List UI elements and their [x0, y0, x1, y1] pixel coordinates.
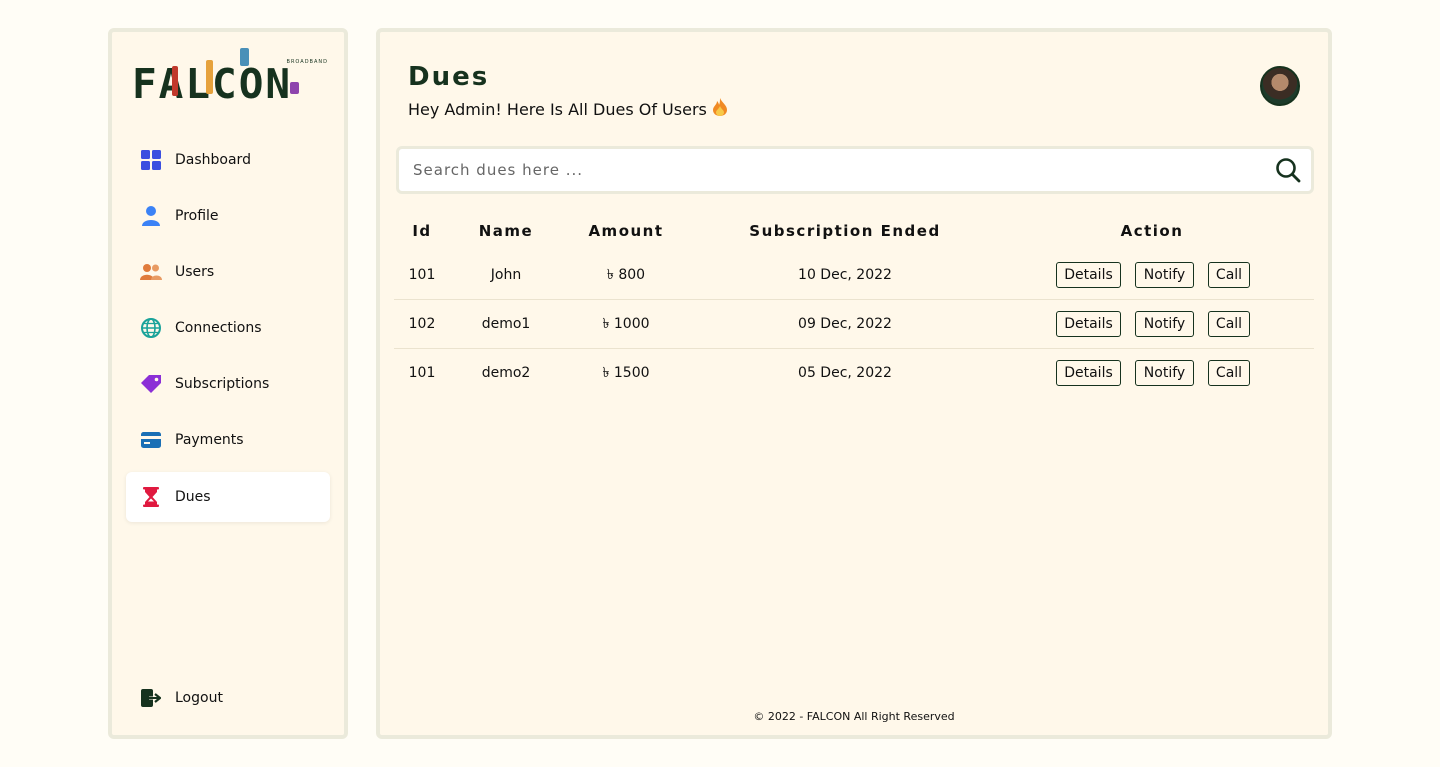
dashboard-grid-icon [140, 149, 162, 171]
sidebar-item-dashboard[interactable]: Dashboard [126, 132, 330, 188]
call-button[interactable]: Call [1208, 311, 1250, 337]
sidebar-item-users[interactable]: Users [126, 244, 330, 300]
details-button[interactable]: Details [1056, 360, 1121, 386]
credit-card-icon [140, 429, 162, 451]
sidebar-item-label: Subscriptions [175, 376, 270, 392]
sidebar-item-label: Connections [175, 320, 262, 336]
footer-copyright: © 2022 - FALCON All Right Reserved [753, 710, 955, 723]
sidebar-item-connections[interactable]: Connections [126, 300, 330, 356]
globe-icon [140, 317, 162, 339]
sidebar-item-label: Profile [175, 208, 219, 224]
cell-amount: ৳ 1500 [602, 365, 650, 381]
notify-button[interactable]: Notify [1135, 262, 1194, 288]
search-icon[interactable] [1275, 157, 1301, 183]
details-button[interactable]: Details [1056, 262, 1121, 288]
cell-id: 102 [408, 316, 436, 332]
logout-icon [140, 687, 162, 709]
notify-button[interactable]: Notify [1135, 311, 1194, 337]
logout-label: Logout [175, 690, 223, 706]
sidebar-item-dues[interactable]: Dues [126, 472, 330, 522]
cell-subscription-ended: 05 Dec, 2022 [798, 365, 892, 381]
main-panel: Dues Hey Admin! Here Is All Dues Of User… [376, 28, 1332, 739]
column-header-amount: Amount [588, 222, 664, 240]
page-subtitle: Hey Admin! Here Is All Dues Of Users [408, 98, 727, 120]
hourglass-icon [140, 486, 162, 508]
notify-button[interactable]: Notify [1135, 360, 1194, 386]
page-title: Dues [408, 62, 490, 92]
logo-figure-icon [172, 66, 178, 96]
cell-subscription-ended: 09 Dec, 2022 [798, 316, 892, 332]
logo-figure-icon [240, 48, 249, 66]
details-button[interactable]: Details [1056, 311, 1121, 337]
logo-tagline: BROADBAND [286, 59, 328, 65]
call-button[interactable]: Call [1208, 360, 1250, 386]
logo-figure-icon [290, 82, 299, 94]
table-row: 101 demo2 ৳ 1500 05 Dec, 2022 Details No… [394, 349, 1314, 398]
search-bar [396, 146, 1314, 194]
column-header-id: Id [412, 222, 432, 240]
search-input[interactable] [399, 149, 1259, 191]
sidebar-nav: Dashboard Profile Users Connections Subs… [126, 132, 330, 522]
sidebar-item-subscriptions[interactable]: Subscriptions [126, 356, 330, 412]
table-row: 101 John ৳ 800 10 Dec, 2022 Details Noti… [394, 251, 1314, 300]
cell-id: 101 [408, 267, 436, 283]
sidebar: FALCON BROADBAND Dashboard Profile Users [108, 28, 348, 739]
call-button[interactable]: Call [1208, 262, 1250, 288]
column-header-name: Name [478, 222, 534, 240]
cell-name: John [490, 267, 522, 283]
column-header-action: Action [1120, 222, 1184, 240]
table-row: 102 demo1 ৳ 1000 09 Dec, 2022 Details No… [394, 300, 1314, 349]
page-subtitle-text: Hey Admin! Here Is All Dues Of Users [408, 99, 707, 119]
users-icon [140, 261, 162, 283]
sidebar-item-label: Users [175, 264, 215, 280]
column-header-subscription-ended: Subscription Ended [749, 222, 941, 240]
sidebar-item-label: Payments [175, 432, 244, 448]
cell-name: demo1 [481, 316, 531, 332]
cell-subscription-ended: 10 Dec, 2022 [798, 267, 892, 283]
tags-icon [140, 373, 162, 395]
cell-amount: ৳ 800 [606, 267, 646, 283]
cell-amount: ৳ 1000 [602, 316, 650, 332]
logout-button[interactable]: Logout [126, 673, 330, 723]
sidebar-item-payments[interactable]: Payments [126, 412, 330, 468]
admin-avatar[interactable] [1260, 66, 1300, 106]
user-icon [140, 205, 162, 227]
sidebar-item-label: Dues [175, 489, 211, 505]
sidebar-item-profile[interactable]: Profile [126, 188, 330, 244]
logo-figure-icon [206, 60, 213, 94]
flame-icon [712, 98, 727, 120]
cell-id: 101 [408, 365, 436, 381]
cell-name: demo2 [481, 365, 531, 381]
falcon-logo[interactable]: FALCON BROADBAND [132, 48, 328, 108]
sidebar-item-label: Dashboard [175, 152, 251, 168]
